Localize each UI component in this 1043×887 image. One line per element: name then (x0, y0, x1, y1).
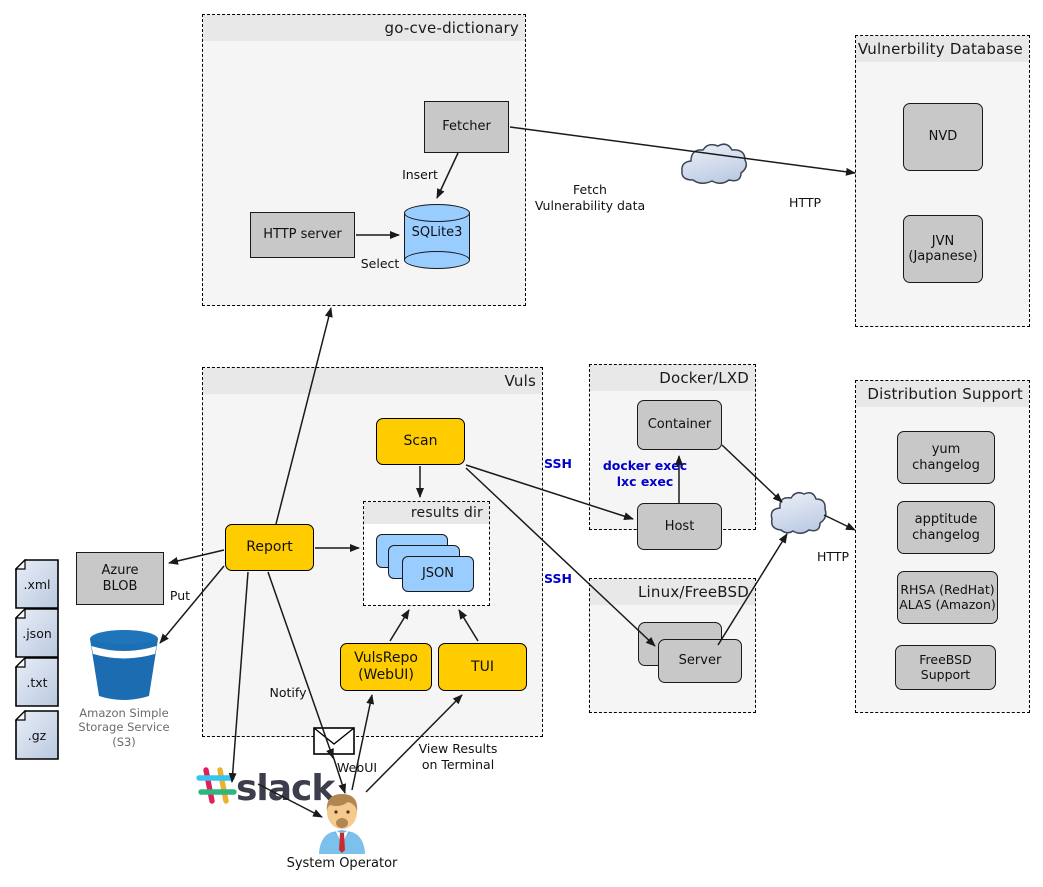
edge-label-notify: Notify (269, 685, 307, 700)
node-scan[interactable]: Scan (376, 418, 465, 465)
group-vulnerability-database-title: Vulnerbility Database (856, 36, 1029, 62)
node-jvn[interactable]: JVN (Japanese) (903, 215, 983, 283)
node-json-stack[interactable]: JSON (376, 534, 480, 596)
file-icon-txt[interactable]: .txt (14, 656, 59, 707)
node-fetcher[interactable]: Fetcher (424, 101, 509, 153)
edge-cloud-to-distribution (823, 514, 856, 531)
edge-label-put: Put (169, 588, 191, 603)
node-server[interactable]: Server (658, 639, 742, 683)
edge-label-http-top: HTTP (789, 195, 821, 210)
node-http-server[interactable]: HTTP server (250, 212, 355, 258)
node-azure-blob-label: Azure BLOB (101, 563, 139, 594)
file-icon-gz[interactable]: .gz (14, 709, 59, 760)
edge-label-fetch-vulnerability-data: Fetch Vulnerability data (534, 182, 646, 213)
node-sqlite3-cylinder[interactable]: SQLite3 (404, 204, 470, 269)
file-icon-xml[interactable]: .xml (14, 558, 59, 609)
file-icon-txt-label: .txt (26, 674, 48, 690)
s3-bucket-icon[interactable] (86, 628, 162, 700)
node-nvd-label: NVD (928, 129, 958, 145)
node-sqlite3-label: SQLite3 (411, 224, 463, 240)
system-operator-label: System Operator (286, 856, 398, 871)
node-vulsrepo-label: VulsRepo (WebUI) (354, 650, 418, 683)
node-report[interactable]: Report (225, 524, 314, 571)
node-freebsd-support[interactable]: FreeBSD Support (895, 645, 996, 690)
file-icon-json-label: .json (22, 625, 52, 641)
edge-label-view-results: View Results on Terminal (418, 741, 498, 772)
group-vuls-title: Vuls (203, 368, 542, 394)
node-json[interactable]: JSON (402, 556, 474, 592)
internet-cloud-icon-mid (770, 491, 827, 534)
node-tui[interactable]: TUI (438, 643, 527, 691)
file-icon-xml-label: .xml (23, 576, 51, 592)
node-rhsa-alas[interactable]: RHSA (RedHat) ALAS (Amazon) (897, 571, 998, 624)
group-vulnerability-database: Vulnerbility Database (855, 35, 1030, 327)
slack-icon[interactable] (196, 766, 238, 806)
edge-label-ssh-upper: SSH (544, 456, 572, 471)
group-go-cve-dictionary-title: go-cve-dictionary (203, 15, 525, 41)
edge-label-ssh-lower: SSH (544, 571, 572, 586)
group-docker-lxd-title: Docker/LXD (590, 365, 755, 391)
node-nvd[interactable]: NVD (903, 103, 983, 171)
diagram-canvas: go-cve-dictionary Fetcher HTTP server SQ… (0, 0, 1043, 887)
node-apptitude-changelog-label: apptitude changelog (912, 512, 980, 543)
node-yum-changelog[interactable]: yum changelog (897, 431, 995, 484)
group-linux-freebsd-title: Linux/FreeBSD (590, 579, 755, 605)
edge-label-webui: WebUI (336, 760, 378, 775)
file-icon-json[interactable]: .json (14, 607, 59, 658)
group-results-dir-title: results dir (364, 502, 489, 524)
edge-fetcher-to-vulndb (509, 126, 856, 176)
node-yum-changelog-label: yum changelog (912, 442, 980, 473)
edge-label-docker-exec: docker exec lxc exec (602, 458, 688, 489)
group-distribution-support-title: Distribution Support (856, 381, 1029, 407)
node-rhsa-alas-label: RHSA (RedHat) ALAS (Amazon) (899, 581, 996, 612)
node-container[interactable]: Container (637, 400, 722, 450)
file-icon-gz-label: .gz (27, 727, 47, 743)
node-server-stack[interactable]: Server (638, 622, 748, 687)
node-azure-blob[interactable]: Azure BLOB (76, 552, 164, 605)
node-apptitude-changelog[interactable]: apptitude changelog (897, 501, 995, 554)
slack-wordmark: slack (236, 768, 335, 809)
s3-caption: Amazon Simple Storage Service (S3) (78, 706, 170, 749)
node-jvn-label: JVN (Japanese) (908, 233, 978, 264)
edge-label-insert: Insert (402, 167, 438, 182)
edge-label-http-mid: HTTP (817, 549, 849, 564)
node-host[interactable]: Host (637, 503, 722, 550)
node-vulsrepo[interactable]: VulsRepo (WebUI) (340, 643, 432, 691)
internet-cloud-icon-top (681, 143, 748, 184)
